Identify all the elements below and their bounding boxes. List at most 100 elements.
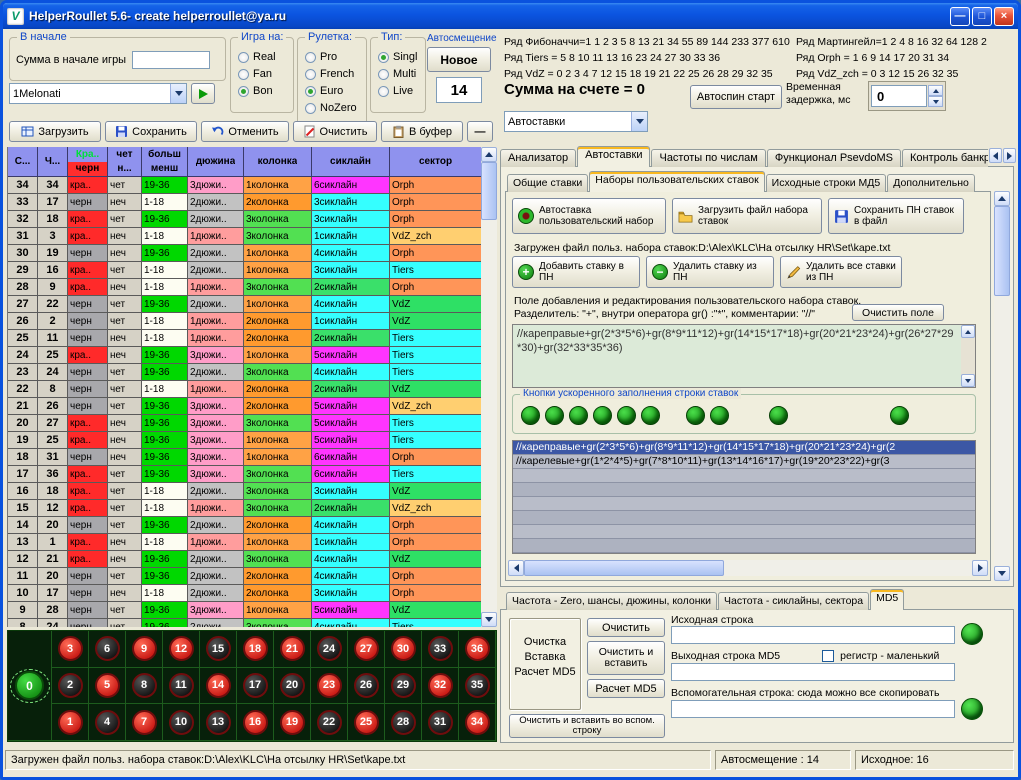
spin-row[interactable]: 131кра..неч1-181дюжи..1колонка1сиклайнOr… (8, 534, 482, 551)
bet-list-empty-row[interactable] (513, 469, 975, 483)
scroll-right-icon[interactable] (972, 560, 988, 576)
tab-автоставки[interactable]: Автоставки (577, 146, 650, 167)
add-bet-button[interactable]: + Добавить ставку в ПН (512, 256, 640, 288)
quick-fill-button[interactable] (593, 406, 612, 425)
table-scrollbar[interactable] (481, 147, 497, 627)
roulette-number-7[interactable]: 7 (132, 710, 157, 735)
undo-button[interactable]: Отменить (201, 121, 289, 142)
roulette-number-28[interactable]: 28 (391, 710, 416, 735)
scrollbar-thumb[interactable] (994, 206, 1010, 296)
spin-row[interactable]: 262чернчет1-181дюжи..2колонка1сиклайнVdZ (8, 313, 482, 330)
close-button[interactable]: × (994, 7, 1014, 26)
tab-частоты-по-числам[interactable]: Частоты по числам (651, 149, 765, 167)
scroll-left-icon[interactable] (508, 560, 524, 576)
spin-row[interactable]: 2916кра..чет1-182дюжи..1колонка3сиклайнT… (8, 262, 482, 279)
roulette-number-13[interactable]: 13 (206, 710, 231, 735)
tab-частота-zero-шансы-дюжины-колонки[interactable]: Частота - Zero, шансы, дюжины, колонки (506, 592, 717, 610)
clear-paste-aux-button[interactable]: Очистить и вставить во вспом. строку (509, 714, 665, 738)
autobets-combobox[interactable]: Автоставки (504, 111, 648, 132)
radio-euro[interactable]: Euro (305, 84, 366, 98)
bet-edit-field[interactable]: //кареправые+gr(2*3*5*6)+gr(8*9*11*12)+g… (513, 325, 961, 387)
start-sum-input[interactable] (132, 51, 210, 69)
radio-live[interactable]: Live (378, 84, 425, 98)
spin-row[interactable]: 1925кра..неч19-363дюжи..1колонка5сиклайн… (8, 432, 482, 449)
chevron-down-icon[interactable] (170, 84, 186, 103)
bet-list-item[interactable]: //карелевые+gr(1*2*4*5)+gr(7*8*10*11)+gr… (513, 455, 975, 469)
maximize-button[interactable]: □ (972, 7, 992, 26)
md5-clear-button[interactable]: Очистить (587, 618, 665, 637)
bet-list-empty-row[interactable] (513, 497, 975, 511)
new-number-button[interactable]: Новое (427, 47, 491, 72)
roulette-number-11[interactable]: 11 (169, 673, 194, 698)
run-profile-button[interactable] (191, 83, 215, 104)
load-button[interactable]: Загрузить (9, 121, 101, 142)
scrollbar-track[interactable] (994, 206, 1010, 566)
edit-field-scrollbar[interactable] (961, 325, 975, 387)
bet-list-empty-row[interactable] (513, 483, 975, 497)
spin-row[interactable]: 1420чернчет19-362дюжи..2колонка4сиклайнO… (8, 517, 482, 534)
md5-aux-action-button[interactable] (961, 698, 983, 720)
spin-row[interactable]: 1736кра..чет19-363дюжи..3колонка6сиклайн… (8, 466, 482, 483)
tabs-right-icon[interactable] (1003, 148, 1016, 163)
delay-value[interactable]: 0 (871, 85, 927, 107)
roulette-number-9[interactable]: 9 (132, 636, 157, 661)
roulette-number-32[interactable]: 32 (428, 673, 453, 698)
clear-button[interactable]: Очистить (293, 121, 377, 142)
spin-row[interactable]: 228чернчет1-181дюжи..2колонка2сиклайнVdZ (8, 381, 482, 398)
spin-row[interactable]: 1221кра..неч19-362дюжи..3колонка4сиклайн… (8, 551, 482, 568)
radio-bon[interactable]: Bon (238, 84, 293, 98)
quick-fill-button[interactable] (769, 406, 788, 425)
spin-row[interactable]: 2027кра..неч19-363дюжи..3колонка5сиклайн… (8, 415, 482, 432)
roulette-number-17[interactable]: 17 (243, 673, 268, 698)
copy-buffer-button[interactable]: В буфер (381, 121, 463, 142)
spin-up-icon[interactable] (928, 85, 943, 96)
roulette-number-34[interactable]: 34 (465, 710, 490, 735)
roulette-number-20[interactable]: 20 (280, 673, 305, 698)
roulette-number-15[interactable]: 15 (206, 636, 231, 661)
roulette-number-5[interactable]: 5 (95, 673, 120, 698)
spin-down-icon[interactable] (928, 96, 943, 107)
roulette-number-36[interactable]: 36 (465, 636, 490, 661)
spin-row[interactable]: 2324чернчет19-362дюжи..3колонка4сиклайнT… (8, 364, 482, 381)
roulette-number-30[interactable]: 30 (391, 636, 416, 661)
register-checkbox[interactable] (822, 650, 834, 662)
roulette-number-25[interactable]: 25 (354, 710, 379, 735)
scroll-down-icon[interactable] (481, 612, 497, 627)
md5-source-action-button[interactable] (961, 623, 983, 645)
spin-row[interactable]: 3317черннеч1-182дюжи..2колонка3сиклайнOr… (8, 194, 482, 211)
roulette-number-6[interactable]: 6 (95, 636, 120, 661)
roulette-number-0[interactable]: 0 (15, 671, 44, 700)
spin-row[interactable]: 1120чернчет19-362дюжи..2колонка4сиклайнO… (8, 568, 482, 585)
tab-исходные-строки-мд5[interactable]: Исходные строки МД5 (766, 174, 887, 192)
tab-общие-ставки[interactable]: Общие ставки (507, 174, 588, 192)
roulette-number-18[interactable]: 18 (243, 636, 268, 661)
roulette-number-29[interactable]: 29 (391, 673, 416, 698)
spin-row[interactable]: 1512кра..чет1-181дюжи..3колонка2сиклайнV… (8, 500, 482, 517)
chevron-down-icon[interactable] (631, 112, 647, 131)
roulette-number-4[interactable]: 4 (95, 710, 120, 735)
quick-fill-button[interactable] (521, 406, 540, 425)
tab-дополнительно[interactable]: Дополнительно (887, 174, 975, 192)
roulette-number-26[interactable]: 26 (354, 673, 379, 698)
roulette-number-1[interactable]: 1 (58, 710, 83, 735)
spin-row[interactable]: 2722чернчет19-362дюжи..1колонка4сиклайнV… (8, 296, 482, 313)
scroll-up-icon[interactable] (481, 147, 497, 162)
scrollbar-thumb[interactable] (481, 162, 497, 220)
quick-fill-button[interactable] (569, 406, 588, 425)
autostake-custom-button[interactable]: Автоставка пользовательский набор (512, 198, 666, 234)
scroll-up-icon[interactable] (994, 191, 1010, 206)
roulette-number-14[interactable]: 14 (206, 673, 231, 698)
bet-list-empty-row[interactable] (513, 525, 975, 539)
tab-md5[interactable]: MD5 (870, 589, 904, 610)
tab-анализатор[interactable]: Анализатор (500, 149, 576, 167)
bet-list-empty-row[interactable] (513, 539, 975, 553)
roulette-number-27[interactable]: 27 (354, 636, 379, 661)
roulette-number-12[interactable]: 12 (169, 636, 194, 661)
spin-row[interactable]: 3434кра..чет19-363дюжи..1колонка6сиклайн… (8, 177, 482, 194)
tab-контроль-банкролла[interactable]: Контроль банкролла (902, 149, 988, 167)
roulette-number-8[interactable]: 8 (132, 673, 157, 698)
minimize-button[interactable]: — (950, 7, 970, 26)
tab-частота-сиклайны-сектора[interactable]: Частота - сиклайны, сектора (718, 592, 869, 610)
md5-source-input[interactable] (671, 626, 955, 644)
spin-row[interactable]: 2511черннеч1-181дюжи..2колонка2сиклайнTi… (8, 330, 482, 347)
